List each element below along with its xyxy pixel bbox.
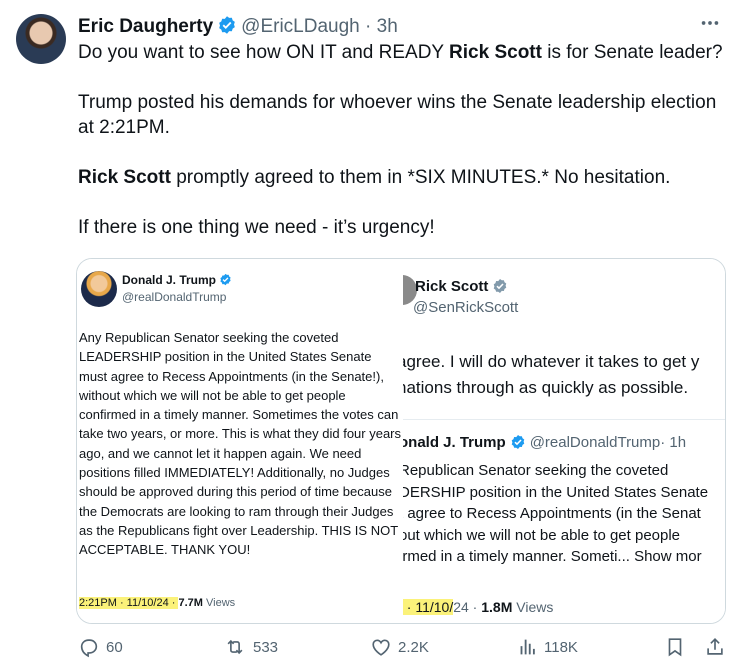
- views-count: 118K: [544, 638, 578, 656]
- tweet-paragraph-1: Do you want to see how ON IT and READY R…: [78, 42, 723, 63]
- quoted-post-header: onald J. Trump @realDonaldTrump· 1h: [403, 434, 687, 451]
- trump-name: Donald J. Trump: [122, 273, 232, 287]
- reply-button[interactable]: 60: [78, 636, 123, 658]
- verified-grey-icon: [494, 279, 507, 293]
- scott-handle: @SenRickScott: [413, 299, 519, 316]
- tweet-paragraph-3: Rick Scott promptly agreed to them in *S…: [78, 167, 671, 188]
- repost-button[interactable]: 533: [223, 636, 278, 658]
- quoted-post-text: Republican Senator seeking the coveted D…: [403, 462, 709, 565]
- author-avatar[interactable]: [16, 14, 66, 64]
- bookmark-button[interactable]: [664, 636, 686, 658]
- verified-icon: [511, 435, 524, 449]
- like-button[interactable]: 2.2K: [370, 636, 429, 658]
- quoted-post: onald J. Trump @realDonaldTrump· 1h Repub…: [403, 419, 725, 580]
- trump-post-screenshot[interactable]: Donald J. Trump @realDonaldTrump Any Rep…: [77, 259, 404, 623]
- views-button[interactable]: 118K: [516, 636, 578, 658]
- more-icon[interactable]: [699, 12, 721, 40]
- scott-post-meta: / · 11/10/24 · 1.8M Views: [403, 599, 553, 615]
- bookmark-icon: [668, 638, 682, 657]
- separator-dot: ·: [365, 16, 372, 37]
- verified-icon: [220, 273, 231, 286]
- trump-post-meta: 2:21PM · 11/10/24 · 7.7M Views: [79, 597, 236, 609]
- share-icon: [707, 638, 723, 655]
- scott-post-text: agree. I will do whatever it takes to ge…: [403, 352, 700, 397]
- tweet-text: Do you want to see how ON IT and READY R…: [78, 40, 728, 265]
- post-time[interactable]: 3h: [377, 16, 398, 37]
- trump-handle: @realDonaldTrump: [122, 290, 227, 304]
- scott-name: Rick Scott: [415, 278, 508, 295]
- author-handle[interactable]: @EricLDaugh: [241, 16, 360, 37]
- author-name[interactable]: Eric Daugherty: [78, 16, 213, 37]
- scott-post-screenshot[interactable]: Rick Scott @SenRickScott agree. I will d…: [403, 259, 725, 623]
- media-attachments[interactable]: Donald J. Trump @realDonaldTrump Any Rep…: [76, 258, 726, 624]
- repost-icon: [227, 639, 243, 655]
- reply-icon: [80, 639, 98, 658]
- repost-count: 533: [253, 638, 279, 656]
- verified-icon[interactable]: [217, 15, 237, 43]
- reply-count: 60: [106, 638, 123, 656]
- share-button[interactable]: [704, 636, 726, 658]
- tweet-paragraph-4: If there is one thing we need - it’s urg…: [78, 217, 435, 238]
- action-bar: 60 533 2.2K 118K: [78, 636, 728, 662]
- trump-avatar: [81, 271, 117, 307]
- tweet-header: Eric Daugherty @EricLDaugh · 3h: [78, 14, 398, 43]
- views-icon: [520, 639, 535, 655]
- tweet-paragraph-2: Trump posted his demands for whoever win…: [78, 92, 717, 138]
- trump-post-text: Any Republican Senator seeking the covet…: [79, 330, 402, 558]
- like-icon: [372, 639, 390, 656]
- like-count: 2.2K: [398, 638, 429, 656]
